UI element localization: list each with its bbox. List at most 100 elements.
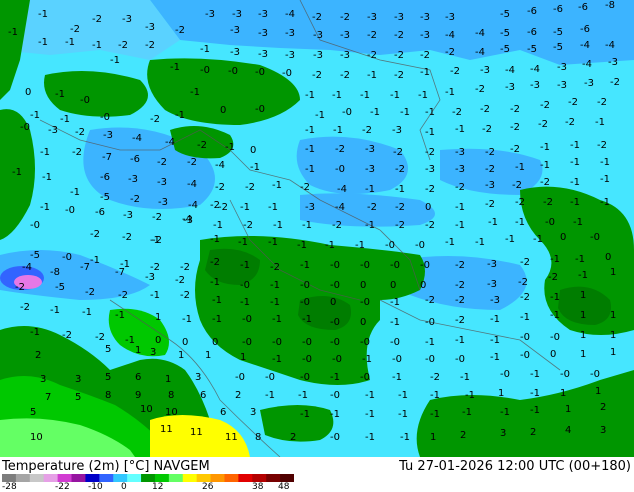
colorbar-swatch <box>154 474 170 482</box>
temperature-value: -0 <box>330 337 340 348</box>
temperature-value: -0 <box>520 350 530 361</box>
temperature-value: -3 <box>122 14 132 25</box>
temperature-value: -1 <box>115 310 125 321</box>
temperature-value: -2 <box>394 50 404 61</box>
temperature-value: -1 <box>315 110 325 121</box>
temperature-value: -0 <box>560 369 570 380</box>
temperature-value: -1 <box>212 295 222 306</box>
temperature-value: -1 <box>500 407 510 418</box>
temperature-value: -0 <box>360 260 370 271</box>
temperature-value: -1 <box>430 390 440 401</box>
temperature-value: 11 <box>225 432 238 443</box>
temperature-value: -0 <box>200 65 210 76</box>
temperature-value: -2 <box>485 147 495 158</box>
temperature-value: -1 <box>425 107 435 118</box>
temperature-value: -1 <box>240 260 250 271</box>
temperature-value: -2 <box>340 12 350 23</box>
temperature-value: -1 <box>520 312 530 323</box>
temperature-value: -6 <box>580 24 590 35</box>
temperature-value: -3 <box>584 78 594 89</box>
temperature-value: -1 <box>445 237 455 248</box>
temperature-value: 1 <box>178 350 184 361</box>
temperature-value: -1 <box>38 37 48 48</box>
temperature-value: -0 <box>500 369 510 380</box>
temperature-value: -2 <box>332 220 342 231</box>
temperature-value: -1 <box>425 337 435 348</box>
temperature-value: 2 <box>290 432 296 443</box>
temperature-value: 10 <box>140 404 153 415</box>
temperature-value: -2 <box>362 125 372 136</box>
temperature-value: -1 <box>298 390 308 401</box>
temperature-value: -3 <box>340 30 350 41</box>
temperature-value: 5 <box>75 392 81 403</box>
temperature-value: -1 <box>425 127 435 138</box>
temperature-value: -2 <box>510 104 520 115</box>
temperature-value: -0 <box>300 280 310 291</box>
temperature-value: -2 <box>270 262 280 273</box>
temperature-value: -1 <box>570 177 580 188</box>
temperature-value: -1 <box>240 297 250 308</box>
temperature-value: 8 <box>168 390 174 401</box>
temperature-value: -6 <box>100 172 110 183</box>
temperature-value: -1 <box>273 220 283 231</box>
temperature-value: -1 <box>490 352 500 363</box>
temperature-value: -2 <box>180 262 190 273</box>
colorbar-swatch <box>266 474 281 482</box>
temperature-value: -5 <box>553 27 563 38</box>
temperature-value: -2 <box>70 24 80 35</box>
temperature-value: -1 <box>330 409 340 420</box>
temperature-value: -3 <box>445 12 455 23</box>
temperature-value: -5 <box>553 42 563 53</box>
temperature-value: -1 <box>367 70 377 81</box>
temperature-value: -1 <box>38 9 48 20</box>
temperature-value: -1 <box>268 237 278 248</box>
temperature-value: -1 <box>150 235 160 246</box>
temperature-value: -4 <box>215 160 225 171</box>
temperature-value: 0 <box>425 202 431 213</box>
temperature-value: -1 <box>398 409 408 420</box>
temperature-value: -1 <box>125 335 135 346</box>
temperature-value: -1 <box>82 307 92 318</box>
temperature-value: -2 <box>157 157 167 168</box>
temperature-value: -1 <box>110 55 120 66</box>
temperature-value: -4 <box>605 40 615 51</box>
temperature-value: -3 <box>608 57 618 68</box>
temperature-value: -2 <box>455 315 465 326</box>
temperature-value: -1 <box>65 37 75 48</box>
temperature-value: -2 <box>122 232 132 243</box>
temperature-value: -0 <box>330 317 340 328</box>
temperature-value: -1 <box>8 27 18 38</box>
temperature-value: -0 <box>332 354 342 365</box>
temperature-value: 10 <box>30 432 43 443</box>
map-title: Temperature (2m) [°C] NAVGEM <box>2 459 210 474</box>
temperature-value: 0 <box>605 252 611 263</box>
temperature-value: -2 <box>455 260 465 271</box>
temperature-value: 1 <box>430 432 436 443</box>
temperature-value: -1 <box>488 217 498 228</box>
temperature-value: -6 <box>578 2 588 13</box>
temperature-value: -3 <box>365 164 375 175</box>
temperature-value: -2 <box>75 127 85 138</box>
temperature-value: 2 <box>35 350 41 361</box>
temperature-value: -2 <box>420 50 430 61</box>
temperature-value: 0 <box>420 280 426 291</box>
colorbar-swatch <box>280 474 294 482</box>
legend-footer: Temperature (2m) [°C] NAVGEM Tu 27-01-20… <box>0 457 634 492</box>
colorbar-swatch <box>182 474 198 482</box>
temperature-value: 1 <box>565 404 571 415</box>
temperature-value: -1 <box>305 90 315 101</box>
temperature-value: 3 <box>195 372 201 383</box>
temperature-value: -3 <box>455 147 465 158</box>
temperature-value: -2 <box>197 140 207 151</box>
colorbar-swatch <box>141 474 156 482</box>
temperature-value: -6 <box>527 6 537 17</box>
temperature-value: -1 <box>533 234 543 245</box>
temperature-value: -5 <box>30 250 40 261</box>
temperature-value: -2 <box>538 119 548 130</box>
temperature-value: -1 <box>365 432 375 443</box>
temperature-value: -5 <box>527 44 537 55</box>
temperature-value: -1 <box>40 147 50 158</box>
temperature-value: -1 <box>30 110 40 121</box>
temperature-value: 2 <box>530 427 536 438</box>
temperature-value: -2 <box>210 200 220 211</box>
